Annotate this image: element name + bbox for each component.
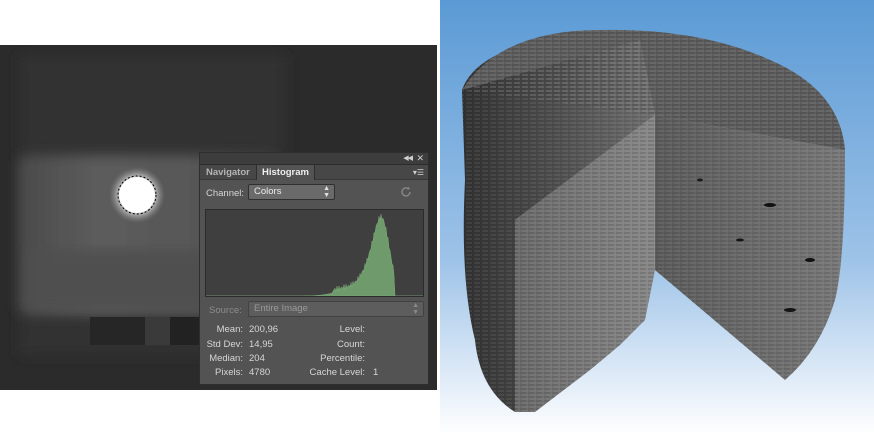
channel-value: Colors (254, 186, 282, 197)
tab-navigator[interactable]: Navigator (201, 165, 255, 180)
percentile-label: Percentile: (320, 353, 365, 364)
refresh-icon[interactable] (400, 186, 412, 198)
select-arrows-icon: ▲ ▼ (412, 302, 419, 316)
pixels-value: 4780 (249, 367, 271, 378)
median-label: Median: (209, 353, 243, 364)
pixels-label: Pixels: (215, 367, 243, 378)
cache-level-value: 1 (373, 367, 379, 378)
panel-tabbar: Navigator Histogram ▾☰ (200, 165, 428, 180)
panel-menu-icon[interactable]: ▾☰ (413, 168, 424, 177)
channel-label: Channel: (206, 188, 245, 199)
collapse-icon[interactable]: ◀◀ (403, 154, 413, 162)
stddev-label: Std Dev: (206, 339, 243, 350)
median-value: 204 (249, 353, 265, 364)
close-icon[interactable]: ✕ (416, 153, 424, 164)
tab-histogram[interactable]: Histogram (256, 165, 315, 180)
cylinder-render (440, 0, 874, 435)
select-arrows-icon: ▲ ▼ (323, 185, 330, 199)
channel-select[interactable]: Colors ▲ ▼ (248, 184, 335, 200)
histogram-graph (205, 209, 424, 297)
level-label: Level: (339, 324, 365, 335)
source-value: Entire Image (254, 303, 308, 314)
count-label: Count: (337, 339, 365, 350)
histogram-curve (206, 214, 423, 297)
histogram-panel: ◀◀ ✕ Navigator Histogram ▾☰ Channel: Col… (199, 152, 429, 385)
cache-level-label: Cache Level: (309, 367, 365, 378)
source-label: Source: (209, 305, 242, 316)
source-select[interactable]: Entire Image ▲ ▼ (248, 301, 424, 317)
stddev-value: 14,95 (249, 339, 273, 350)
mean-value: 200,96 (249, 324, 279, 335)
panel-title-bar[interactable]: ◀◀ ✕ (200, 153, 428, 165)
mean-label: Mean: (216, 324, 243, 335)
